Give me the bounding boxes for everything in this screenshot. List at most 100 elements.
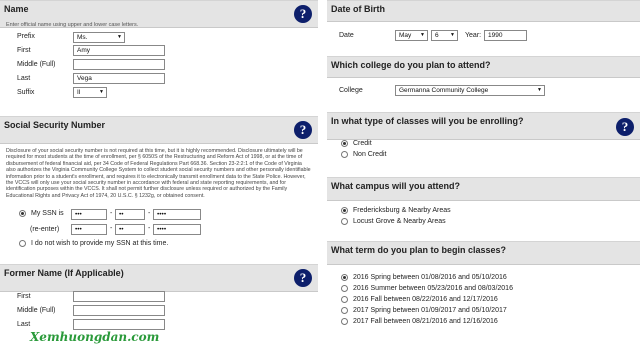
option-label: Non Credit bbox=[353, 151, 387, 158]
chevron-down-icon: ▼ bbox=[99, 89, 104, 95]
ssn-part1-input[interactable]: ••• bbox=[71, 209, 107, 220]
section-title: What term do you plan to begin classes? bbox=[331, 245, 507, 255]
radio-unselected[interactable] bbox=[341, 218, 348, 225]
college-header: Which college do you plan to attend? bbox=[327, 56, 640, 78]
suffix-select[interactable]: II ▼ bbox=[73, 87, 107, 98]
reenter-label: (re-enter) bbox=[30, 226, 60, 233]
term-option[interactable]: 2017 Fall between 08/21/2016 and 12/16/2… bbox=[341, 318, 498, 325]
chevron-down-icon: ▼ bbox=[450, 32, 455, 38]
term-option[interactable]: 2016 Summer between 05/23/2016 and 08/03… bbox=[341, 285, 513, 292]
middle-label: Middle (Full) bbox=[17, 61, 56, 68]
first-label: First bbox=[17, 47, 31, 54]
ssn-decline-option[interactable]: I do not wish to provide my SSN at this … bbox=[19, 240, 168, 247]
day-value: 6 bbox=[435, 32, 439, 39]
last-name-input[interactable]: Vega bbox=[73, 73, 165, 84]
ssn-disclosure: Disclosure of your social security numbe… bbox=[6, 148, 311, 199]
term-option[interactable]: 2016 Spring between 01/08/2016 and 05/10… bbox=[341, 274, 507, 281]
year-input[interactable]: 1990 bbox=[484, 30, 527, 41]
former-middle-label: Middle (Full) bbox=[17, 307, 56, 314]
term-section: What term do you plan to begin classes? … bbox=[327, 241, 640, 347]
name-note: Enter official name using upper and lowe… bbox=[6, 22, 139, 28]
option-label: 2017 Spring between 01/09/2017 and 05/10… bbox=[353, 307, 507, 314]
prefix-select[interactable]: Ms. ▼ bbox=[73, 32, 125, 43]
former-name-header: Former Name (If Applicable) ? bbox=[0, 264, 318, 292]
my-ssn-label: My SSN is bbox=[31, 210, 64, 217]
dash: - bbox=[148, 225, 151, 232]
college-section: Which college do you plan to attend? Col… bbox=[327, 56, 640, 102]
chevron-down-icon: ▼ bbox=[117, 34, 122, 40]
day-select[interactable]: 6 ▼ bbox=[431, 30, 458, 41]
option-label: 2017 Fall between 08/21/2016 and 12/16/2… bbox=[353, 318, 498, 325]
ssn-part3-input[interactable]: •••• bbox=[153, 209, 201, 220]
help-icon[interactable]: ? bbox=[294, 121, 312, 139]
college-label: College bbox=[339, 87, 363, 94]
former-middle-input[interactable] bbox=[73, 305, 165, 316]
radio-selected[interactable] bbox=[341, 207, 348, 214]
ssn-provide-option[interactable]: My SSN is bbox=[19, 210, 64, 217]
month-select[interactable]: May ▼ bbox=[395, 30, 428, 41]
help-icon[interactable]: ? bbox=[616, 118, 634, 136]
class-option-noncredit[interactable]: Non Credit bbox=[341, 151, 386, 158]
option-label: 2016 Spring between 01/08/2016 and 05/10… bbox=[353, 274, 507, 281]
section-title: In what type of classes will you be enro… bbox=[331, 116, 524, 126]
suffix-value: II bbox=[77, 89, 81, 96]
ssn-reenter-part3-input[interactable]: •••• bbox=[153, 224, 201, 235]
prefix-value: Ms. bbox=[77, 34, 88, 41]
section-title: Date of Birth bbox=[331, 4, 385, 14]
campus-option-fredericksburg[interactable]: Fredericksburg & Nearby Areas bbox=[341, 207, 451, 214]
middle-name-input[interactable] bbox=[73, 59, 165, 70]
ssn-reenter-part2-input[interactable]: •• bbox=[115, 224, 145, 235]
campus-option-locust-grove[interactable]: Locust Grove & Nearby Areas bbox=[341, 218, 446, 225]
section-title: Social Security Number bbox=[4, 120, 106, 130]
college-value: Germanna Community College bbox=[399, 87, 489, 94]
term-option[interactable]: 2017 Spring between 01/09/2017 and 05/10… bbox=[341, 307, 507, 314]
radio-unselected[interactable] bbox=[341, 318, 348, 325]
ssn-reenter-part1-input[interactable]: ••• bbox=[71, 224, 107, 235]
term-option[interactable]: 2016 Fall between 08/22/2016 and 12/17/2… bbox=[341, 296, 498, 303]
date-label: Date bbox=[339, 32, 354, 39]
section-title: What campus will you attend? bbox=[331, 181, 461, 191]
radio-unselected[interactable] bbox=[341, 307, 348, 314]
radio-unselected[interactable] bbox=[19, 240, 26, 247]
former-last-input[interactable] bbox=[73, 319, 165, 330]
former-first-label: First bbox=[17, 293, 31, 300]
prefix-label: Prefix bbox=[17, 33, 35, 40]
college-select[interactable]: Germanna Community College ▼ bbox=[395, 85, 545, 96]
chevron-down-icon: ▼ bbox=[537, 87, 542, 93]
ssn-part2-input[interactable]: •• bbox=[115, 209, 145, 220]
radio-unselected[interactable] bbox=[341, 285, 348, 292]
ssn-section: Social Security Number ? Disclosure of y… bbox=[0, 116, 318, 256]
former-last-label: Last bbox=[17, 321, 31, 328]
classes-section: In what type of classes will you be enro… bbox=[327, 112, 640, 168]
campus-section: What campus will you attend? Fredericksb… bbox=[327, 177, 640, 233]
radio-selected[interactable] bbox=[341, 140, 348, 147]
name-section: Name ? Enter official name using upper a… bbox=[0, 0, 318, 110]
last-label: Last bbox=[17, 75, 31, 82]
class-option-credit[interactable]: Credit bbox=[341, 140, 372, 147]
dash: - bbox=[148, 210, 151, 217]
radio-unselected[interactable] bbox=[341, 151, 348, 158]
no-ssn-label: I do not wish to provide my SSN at this … bbox=[31, 240, 169, 247]
month-value: May bbox=[399, 32, 412, 39]
section-title: Name bbox=[4, 4, 29, 14]
radio-selected[interactable] bbox=[341, 274, 348, 281]
dash: - bbox=[110, 225, 113, 232]
option-label: 2016 Summer between 05/23/2016 and 08/03… bbox=[353, 285, 513, 292]
suffix-label: Suffix bbox=[17, 89, 35, 96]
watermark-logo: Xemhuongdan.com bbox=[30, 330, 160, 344]
help-icon[interactable]: ? bbox=[294, 5, 312, 23]
year-label: Year: bbox=[465, 32, 482, 39]
term-header: What term do you plan to begin classes? bbox=[327, 241, 640, 265]
help-icon[interactable]: ? bbox=[294, 269, 312, 287]
option-label: Locust Grove & Nearby Areas bbox=[353, 218, 446, 225]
section-title: Former Name (If Applicable) bbox=[4, 268, 124, 278]
option-label: Credit bbox=[353, 140, 372, 147]
dob-header: Date of Birth bbox=[327, 0, 640, 22]
ssn-section-header: Social Security Number ? bbox=[0, 116, 318, 144]
campus-header: What campus will you attend? bbox=[327, 177, 640, 201]
former-first-input[interactable] bbox=[73, 291, 165, 302]
section-title: Which college do you plan to attend? bbox=[331, 60, 491, 70]
first-name-input[interactable]: Amy bbox=[73, 45, 165, 56]
radio-unselected[interactable] bbox=[341, 296, 348, 303]
radio-selected[interactable] bbox=[19, 210, 26, 217]
